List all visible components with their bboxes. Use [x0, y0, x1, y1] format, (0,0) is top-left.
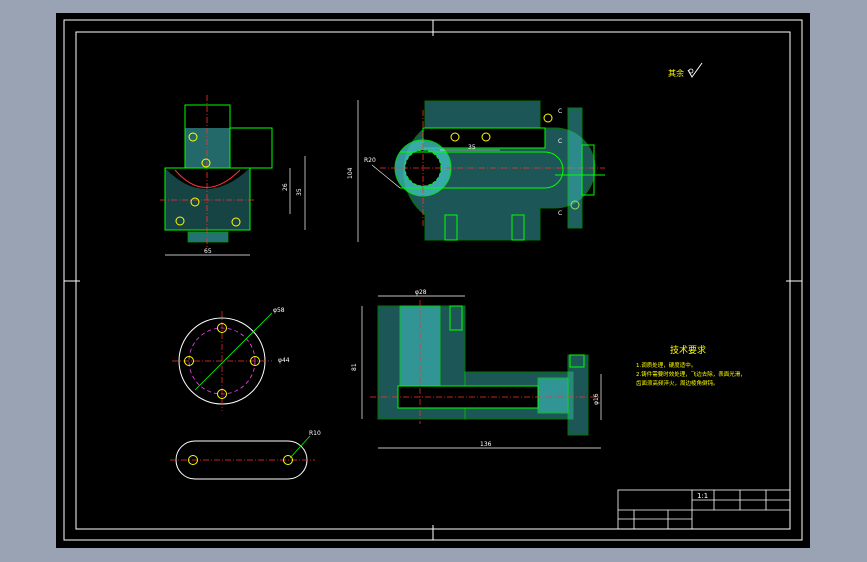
side-label-3: C	[558, 210, 562, 217]
cad-viewer-window: 其余 65 26 35 104 35 R20 C C C φ58 φ44 R10…	[0, 0, 867, 562]
dim-front-height-a: 26	[282, 183, 289, 191]
dim-flange-diameter: φ58	[273, 307, 285, 314]
dim-section-diameter: φ16	[593, 393, 600, 405]
dim-flange-pcd: φ44	[278, 357, 290, 364]
notes-line-1: 1.调质处理，硬度适中。	[636, 361, 696, 369]
dim-section-width: φ28	[415, 289, 427, 296]
scale-label: 1:1	[697, 492, 708, 500]
dim-section-height: 81	[351, 363, 358, 371]
dim-slot-radius: R10	[309, 430, 321, 437]
drawing-viewport[interactable]: 其余 65 26 35 104 35 R20 C C C φ58 φ44 R10…	[0, 0, 867, 562]
drawing-sheet	[56, 13, 810, 548]
dim-top-height: 104	[347, 167, 354, 179]
dim-top-radius: R20	[364, 157, 376, 164]
dim-top-slot: 35	[468, 144, 476, 151]
notes-line-3: 齿面须高频淬火，周边棱角倒钝。	[636, 379, 719, 387]
dim-front-width: 65	[204, 248, 212, 255]
dim-front-height-b: 35	[296, 188, 303, 196]
roughness-note: 其余	[668, 68, 684, 78]
dim-section-length: 136	[480, 441, 492, 448]
notes-line-2: 2.铸件需要时效处理，飞边去除，表面光滑，	[636, 370, 746, 378]
side-label-1: C	[558, 108, 562, 115]
notes-title: 技术要求	[670, 344, 706, 356]
side-label-2: C	[558, 138, 562, 145]
